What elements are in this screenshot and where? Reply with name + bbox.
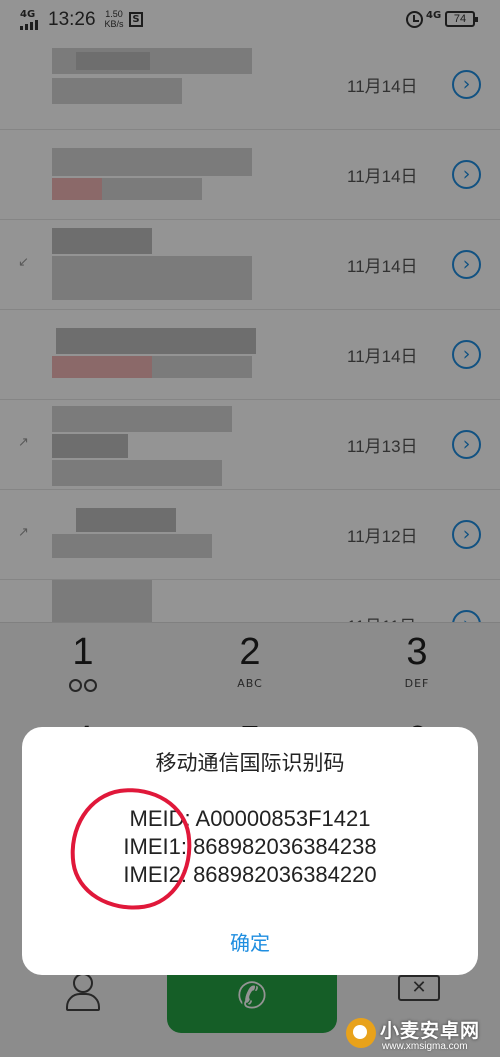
dialog-title: 移动通信国际识别码 [155,751,345,775]
imei-dialog: 移动通信国际识别码 MEID: A00000853F1421 IMEI1: 86… [22,727,478,975]
annotation-circle [62,780,200,918]
watermark: 小麦安卓网 www.xmsigma.com [346,1016,496,1054]
watermark-logo-icon [346,1018,376,1048]
watermark-title: 小麦安卓网 [380,1020,481,1042]
confirm-button[interactable]: 确定 [200,925,300,961]
watermark-url: www.xmsigma.com [382,1041,468,1052]
